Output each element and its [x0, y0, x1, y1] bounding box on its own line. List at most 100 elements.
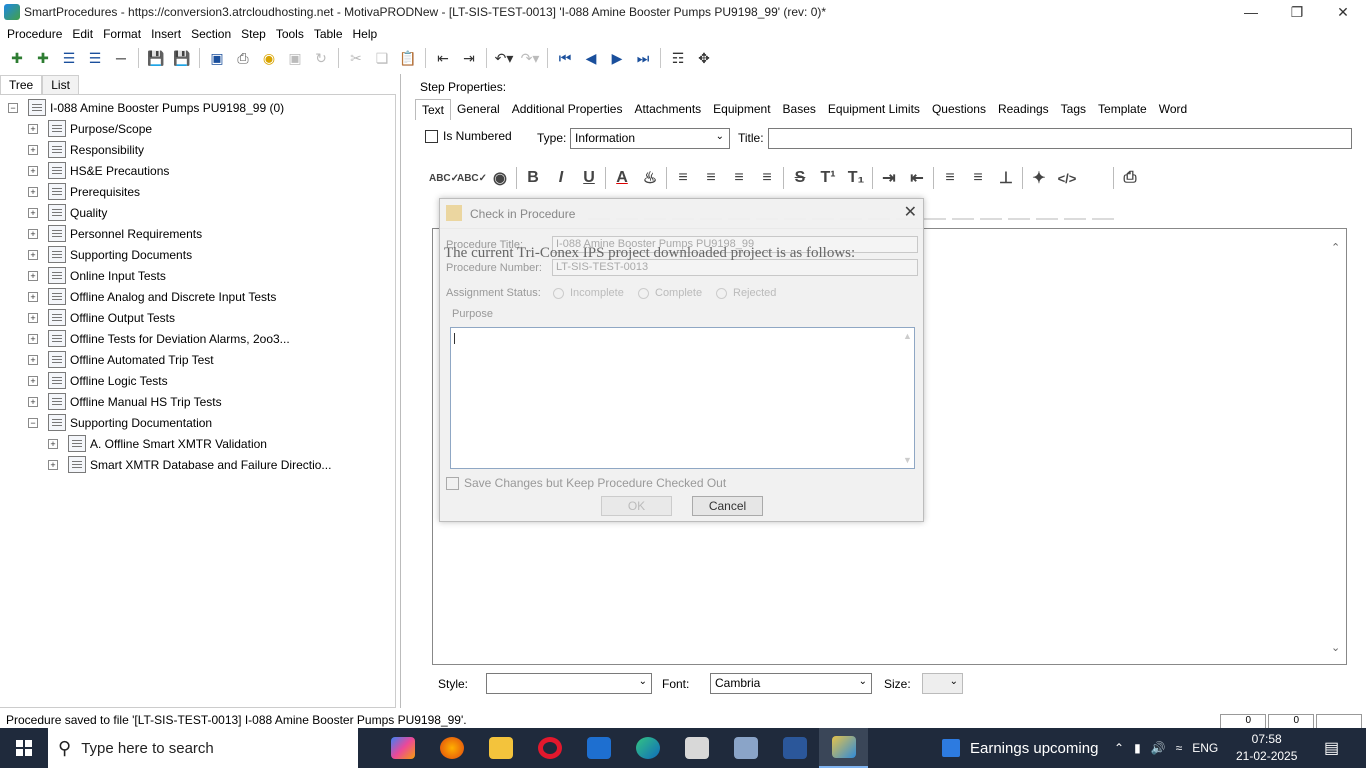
- menu-format[interactable]: Format: [98, 27, 146, 41]
- add-icon[interactable]: ✚: [4, 46, 30, 70]
- italic-icon[interactable]: I: [547, 165, 575, 191]
- table-tool-icon[interactable]: [924, 202, 946, 220]
- close-icon[interactable]: ✕: [904, 202, 917, 222]
- align-left-icon[interactable]: ≡: [669, 165, 697, 191]
- restore-icon[interactable]: ❐: [1274, 0, 1320, 24]
- font-select[interactable]: Cambria ⌄: [710, 673, 872, 694]
- clock[interactable]: 07:58 21-02-2025: [1236, 731, 1297, 765]
- expand-icon[interactable]: +: [48, 438, 58, 449]
- radio-complete[interactable]: Complete: [638, 287, 702, 299]
- size-select[interactable]: ⌄: [922, 673, 963, 694]
- battery-icon[interactable]: ▮: [1134, 741, 1141, 755]
- menu-section[interactable]: Section: [186, 27, 236, 41]
- expand-icon[interactable]: +: [28, 207, 38, 218]
- bullet-list-icon[interactable]: ≡: [936, 165, 964, 191]
- tree-item[interactable]: + Offline Analog and Discrete Input Tests: [28, 286, 276, 307]
- tree-child-item[interactable]: + A. Offline Smart XMTR Validation: [48, 433, 267, 454]
- menu-table[interactable]: Table: [309, 27, 348, 41]
- expand-icon[interactable]: +: [28, 249, 38, 260]
- indent-increase-icon[interactable]: ⇥: [875, 165, 903, 191]
- start-button[interactable]: [0, 728, 48, 768]
- taskbar-search[interactable]: ⚲ Type here to search: [48, 728, 358, 768]
- tree-item[interactable]: + Online Input Tests: [28, 265, 166, 286]
- tab-attachments[interactable]: Attachments: [628, 99, 707, 120]
- color-wheel-icon[interactable]: ◉: [486, 165, 514, 191]
- paste-icon[interactable]: 📋: [395, 46, 421, 70]
- close-icon[interactable]: ✕: [1320, 0, 1366, 24]
- menu-insert[interactable]: Insert: [146, 27, 186, 41]
- chevron-up-icon[interactable]: ⌃: [1114, 741, 1124, 755]
- globe-icon[interactable]: ◉: [256, 46, 282, 70]
- expand-icon[interactable]: +: [28, 144, 38, 155]
- print-icon[interactable]: ⎙: [230, 46, 256, 70]
- align-center-icon[interactable]: ≡: [697, 165, 725, 191]
- tab-bases[interactable]: Bases: [777, 99, 822, 120]
- opera-icon[interactable]: [525, 728, 574, 768]
- tree-child-item[interactable]: + Smart XMTR Database and Failure Directi…: [48, 454, 331, 475]
- news-widget[interactable]: Earnings upcoming: [942, 728, 1098, 768]
- word-icon[interactable]: [770, 728, 819, 768]
- checkbox-box[interactable]: [446, 476, 459, 490]
- tab-word[interactable]: Word: [1153, 99, 1193, 120]
- tree-item[interactable]: + Responsibility: [28, 139, 144, 160]
- tab-general[interactable]: General: [451, 99, 506, 120]
- indent-icon[interactable]: ⇥: [456, 46, 482, 70]
- expand-icon[interactable]: +: [28, 396, 38, 407]
- expand-icon[interactable]: +: [28, 228, 38, 239]
- fill-color-icon[interactable]: ♨: [636, 165, 664, 191]
- justify-icon[interactable]: ≡: [753, 165, 781, 191]
- tree-item[interactable]: + Offline Tests for Deviation Alarms, 2oo…: [28, 328, 290, 349]
- spell-icon[interactable]: ☶: [665, 46, 691, 70]
- pane-splitter[interactable]: [400, 74, 406, 708]
- menu-tools[interactable]: Tools: [271, 27, 309, 41]
- spellcheck-all-icon[interactable]: ABC✓: [457, 165, 487, 191]
- purpose-textarea[interactable]: ▲ ▼: [450, 327, 915, 469]
- tab-equipment[interactable]: Equipment: [707, 99, 776, 120]
- frame-icon[interactable]: ▣: [282, 46, 308, 70]
- save-all-icon[interactable]: 💾: [143, 46, 169, 70]
- spellcheck-icon[interactable]: ABC✓: [429, 165, 459, 191]
- numbered-list-icon[interactable]: ≡: [964, 165, 992, 191]
- collapse-icon[interactable]: −: [8, 102, 18, 113]
- redo-disabled-icon[interactable]: ↻: [308, 46, 334, 70]
- expand-icon[interactable]: +: [48, 459, 58, 470]
- font-color-icon[interactable]: A: [608, 165, 636, 191]
- tree-root[interactable]: − I-088 Amine Booster Pumps PU9198_99 (0…: [8, 97, 284, 118]
- tab-text[interactable]: Text: [415, 99, 452, 120]
- expand-icon[interactable]: +: [28, 333, 38, 344]
- move-icon[interactable]: ✥: [691, 46, 717, 70]
- tree-item[interactable]: + Personnel Requirements: [28, 223, 202, 244]
- mail-icon[interactable]: [574, 728, 623, 768]
- collapse-icon[interactable]: −: [28, 417, 38, 428]
- superscript-icon[interactable]: T¹: [814, 165, 842, 191]
- expand-icon[interactable]: +: [28, 291, 38, 302]
- expand-icon[interactable]: +: [28, 354, 38, 365]
- expand-icon[interactable]: +: [28, 270, 38, 281]
- last-icon[interactable]: ⏭: [630, 46, 656, 70]
- menu-procedure[interactable]: Procedure: [2, 27, 67, 41]
- remote-desktop-icon[interactable]: [721, 728, 770, 768]
- copy-icon[interactable]: ❏: [369, 46, 395, 70]
- radio-rejected[interactable]: Rejected: [716, 287, 776, 299]
- tab-tags[interactable]: Tags: [1055, 99, 1092, 120]
- firefox-icon[interactable]: [427, 728, 476, 768]
- expand-icon[interactable]: +: [28, 123, 38, 134]
- cancel-button[interactable]: Cancel: [692, 496, 763, 516]
- insert-line-icon[interactable]: ⊥: [992, 165, 1020, 191]
- style-select[interactable]: ⌄: [486, 673, 652, 694]
- purpose-scrollbar[interactable]: ▲ ▼: [900, 328, 914, 468]
- tree-item[interactable]: + Offline Logic Tests: [28, 370, 168, 391]
- subscript-icon[interactable]: T₁: [842, 165, 870, 191]
- tree-item[interactable]: + Offline Manual HS Trip Tests: [28, 391, 222, 412]
- table-tool-icon[interactable]: [1008, 202, 1030, 220]
- list-icon[interactable]: ☰: [56, 46, 82, 70]
- language-indicator[interactable]: ENG: [1192, 741, 1218, 755]
- keep-checked-out-checkbox[interactable]: Save Changes but Keep Procedure Checked …: [446, 476, 726, 490]
- expand-icon[interactable]: +: [28, 312, 38, 323]
- underline-icon[interactable]: U: [575, 165, 603, 191]
- smartprocedures-icon[interactable]: [819, 728, 868, 768]
- redo-icon[interactable]: ↷▾: [517, 46, 543, 70]
- is-numbered-checkbox[interactable]: Is Numbered: [425, 129, 512, 143]
- copilot-icon[interactable]: [378, 728, 427, 768]
- strikethrough-icon[interactable]: S: [786, 165, 814, 191]
